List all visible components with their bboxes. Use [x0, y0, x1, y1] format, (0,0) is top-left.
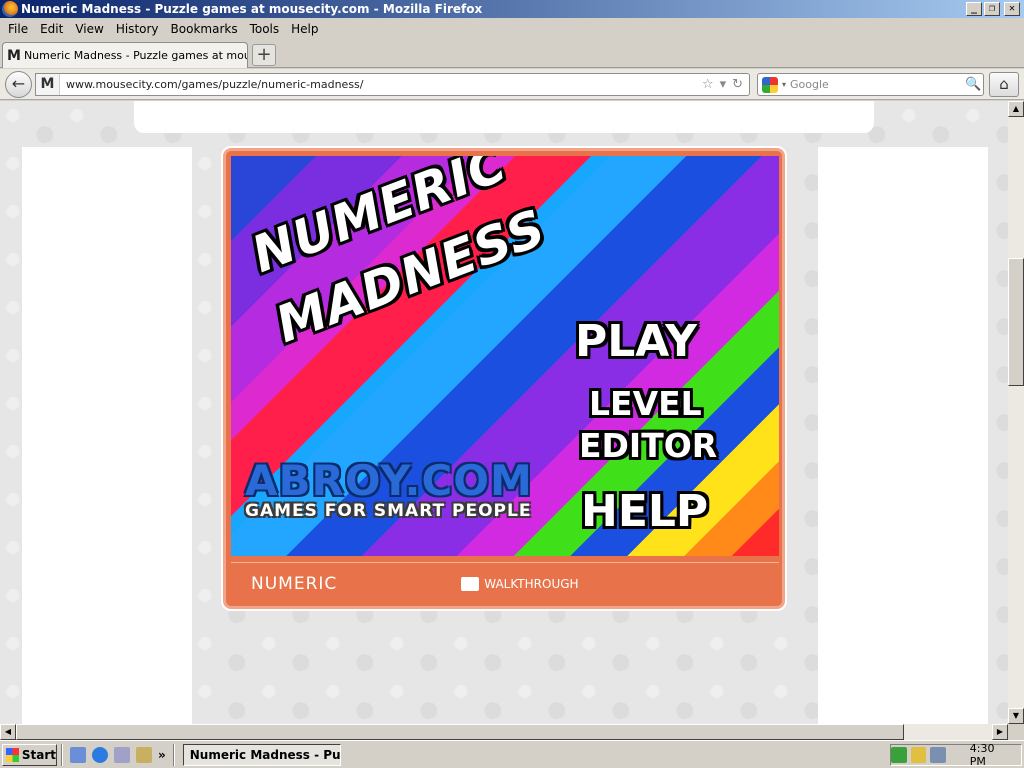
home-button[interactable]: ⌂: [989, 72, 1019, 97]
menu-bookmarks[interactable]: Bookmarks: [165, 22, 244, 36]
search-engine-dropdown-icon[interactable]: ▾: [782, 80, 786, 89]
play-button[interactable]: PLAY: [575, 316, 697, 367]
url-bar[interactable]: M www.mousecity.com/games/puzzle/numeric…: [35, 73, 750, 96]
tab-bar: M Numeric Madness - Puzzle games at mous…: [0, 40, 1024, 68]
search-icon[interactable]: 🔍: [965, 77, 983, 92]
taskbar-window-label: Numeric Madness - Pu...: [189, 747, 341, 762]
game-toolbar: NUMERIC WALKTHROUGH: [231, 562, 779, 604]
vertical-scroll-thumb[interactable]: [1008, 258, 1024, 386]
navigation-toolbar: ← M www.mousecity.com/games/puzzle/numer…: [0, 69, 1024, 100]
restore-button[interactable]: ❐: [984, 2, 1000, 16]
level-editor-button-line1[interactable]: LEVEL: [589, 384, 702, 423]
quicklaunch-separator: [61, 743, 63, 766]
site-identity-icon[interactable]: M: [36, 74, 60, 95]
back-button[interactable]: ←: [5, 71, 32, 98]
start-label: Start: [21, 747, 56, 762]
brand-name: ABROY.COM: [245, 456, 533, 505]
url-input[interactable]: www.mousecity.com/games/puzzle/numeric-m…: [60, 78, 702, 91]
minimize-button[interactable]: _: [966, 2, 982, 16]
window-title: Numeric Madness - Puzzle games at mousec…: [21, 2, 483, 16]
history-dropdown-icon[interactable]: ▾: [720, 77, 727, 92]
page-viewport: NUMERIC MADNESS PLAY LEVEL EDITOR HELP A…: [0, 101, 1008, 724]
close-button[interactable]: ✕: [1004, 2, 1020, 16]
game-frame: NUMERIC MADNESS PLAY LEVEL EDITOR HELP A…: [223, 148, 785, 609]
outlook-express-icon[interactable]: [114, 746, 130, 763]
top-content-panel: [134, 101, 874, 133]
level-editor-button-line2[interactable]: EDITOR: [579, 426, 717, 465]
google-icon[interactable]: [762, 76, 778, 93]
scroll-right-arrow-icon[interactable]: ▶: [992, 724, 1008, 740]
left-ad-column: [22, 147, 192, 724]
scroll-left-arrow-icon[interactable]: ◀: [0, 724, 16, 740]
abroy-logo[interactable]: ABROY.COM GAMES FOR SMART PEOPLE: [245, 456, 533, 521]
show-desktop-icon[interactable]: [70, 746, 86, 763]
menu-view[interactable]: View: [69, 22, 109, 36]
quicklaunch-more-icon[interactable]: »: [158, 748, 166, 762]
window-title-bar[interactable]: Numeric Madness - Puzzle games at mousec…: [0, 0, 1024, 18]
start-button[interactable]: Start: [2, 743, 57, 766]
reload-icon[interactable]: ↻: [732, 77, 743, 92]
search-bar[interactable]: ▾ Google 🔍: [757, 73, 984, 96]
tab-numeric-madness[interactable]: M Numeric Madness - Puzzle games at mous…: [2, 42, 248, 68]
walkthrough-link[interactable]: WALKTHROUGH: [484, 577, 578, 591]
right-ad-column: [818, 147, 988, 724]
horizontal-scroll-thumb[interactable]: [16, 724, 904, 740]
game-name-label: NUMERIC: [251, 573, 338, 594]
menu-edit[interactable]: Edit: [34, 22, 69, 36]
windows-logo-icon: [6, 747, 19, 762]
scroll-down-arrow-icon[interactable]: ▼: [1008, 708, 1024, 724]
menu-tools[interactable]: Tools: [244, 22, 286, 36]
horizontal-scrollbar[interactable]: ◀ ▶: [0, 724, 1008, 740]
scroll-up-arrow-icon[interactable]: ▲: [1008, 101, 1024, 117]
taskbar-separator: [172, 743, 175, 766]
windows-taskbar: Start » Numeric Madness - Pu... 4:30 PM: [0, 740, 1024, 768]
clock[interactable]: 4:30 PM: [970, 742, 1013, 768]
menu-bar: File Edit View History Bookmarks Tools H…: [0, 19, 1024, 39]
volume-icon[interactable]: [930, 746, 946, 763]
scroll-corner: [1008, 724, 1024, 740]
search-folder-icon[interactable]: [136, 746, 152, 763]
walkthrough-icon[interactable]: [461, 576, 480, 591]
taskbar-firefox-window[interactable]: Numeric Madness - Pu...: [182, 743, 341, 766]
internet-explorer-icon[interactable]: [92, 746, 108, 763]
help-button[interactable]: HELP: [581, 486, 708, 537]
vertical-scrollbar[interactable]: ▲ ▼: [1008, 101, 1024, 724]
search-input[interactable]: Google: [790, 78, 965, 91]
game-canvas[interactable]: NUMERIC MADNESS PLAY LEVEL EDITOR HELP A…: [231, 156, 779, 556]
network-icon[interactable]: [891, 746, 907, 763]
security-icon[interactable]: [910, 746, 927, 763]
system-tray: 4:30 PM: [890, 742, 1022, 768]
menu-help[interactable]: Help: [285, 22, 324, 36]
menu-history[interactable]: History: [110, 22, 165, 36]
menu-file[interactable]: File: [2, 22, 34, 36]
tab-label: Numeric Madness - Puzzle games at mousec…: [23, 49, 247, 62]
mousecity-favicon-icon: M: [7, 47, 21, 64]
new-tab-button[interactable]: +: [252, 44, 276, 66]
firefox-icon: [2, 1, 18, 17]
bookmark-star-icon[interactable]: ☆: [702, 77, 714, 92]
brand-tagline: GAMES FOR SMART PEOPLE: [245, 501, 532, 521]
